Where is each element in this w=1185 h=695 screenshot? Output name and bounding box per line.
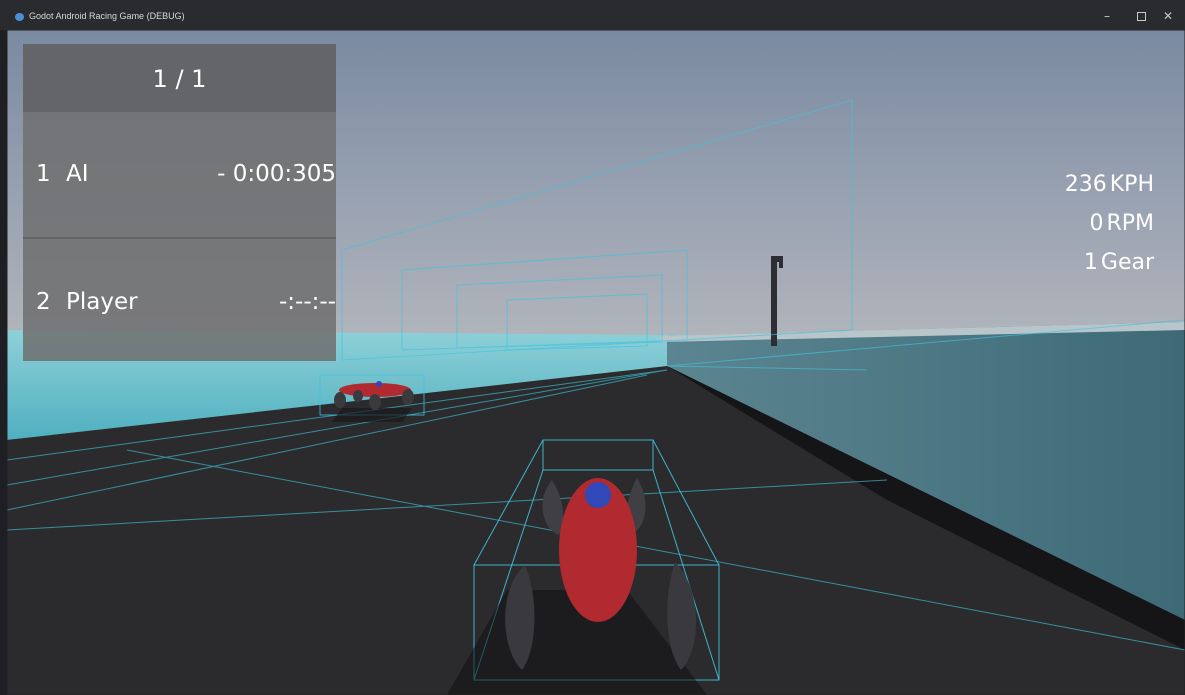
standing-position: 1 bbox=[36, 161, 51, 187]
row-divider bbox=[23, 237, 336, 239]
speed-readout: 236 KPH bbox=[1065, 171, 1154, 199]
window-titlebar: Godot Android Racing Game (DEBUG) – ✕ bbox=[0, 0, 1185, 30]
godot-app-icon bbox=[15, 13, 24, 21]
rpm-value: 0 bbox=[1089, 211, 1104, 236]
racer-time: - 0:00:305 bbox=[217, 161, 336, 187]
standing-position: 2 bbox=[36, 289, 51, 315]
maximize-icon bbox=[1136, 12, 1146, 21]
window-title: Godot Android Racing Game (DEBUG) bbox=[29, 11, 185, 21]
lap-header: 1 / 1 bbox=[23, 44, 336, 112]
racer-name: AI bbox=[66, 161, 89, 187]
racer-name: Player bbox=[66, 289, 138, 315]
minimize-button[interactable]: – bbox=[1092, 6, 1122, 26]
rpm-unit: RPM bbox=[1106, 211, 1154, 236]
gear-unit: Gear bbox=[1100, 250, 1154, 275]
racer-time: -:--:-- bbox=[279, 289, 336, 315]
race-standings-panel: 1 / 1 1 AI - 0:00:305 2 Player -:--:-- bbox=[23, 44, 336, 361]
maximize-button[interactable] bbox=[1126, 6, 1156, 26]
close-button[interactable]: ✕ bbox=[1153, 6, 1183, 26]
lap-counter: 1 / 1 bbox=[152, 65, 207, 93]
speed-value: 236 bbox=[1064, 172, 1107, 197]
rpm-readout: 0 RPM bbox=[1089, 210, 1154, 238]
speed-unit: KPH bbox=[1109, 172, 1154, 197]
gear-readout: 1 Gear bbox=[1084, 249, 1154, 277]
gear-value: 1 bbox=[1083, 250, 1098, 275]
